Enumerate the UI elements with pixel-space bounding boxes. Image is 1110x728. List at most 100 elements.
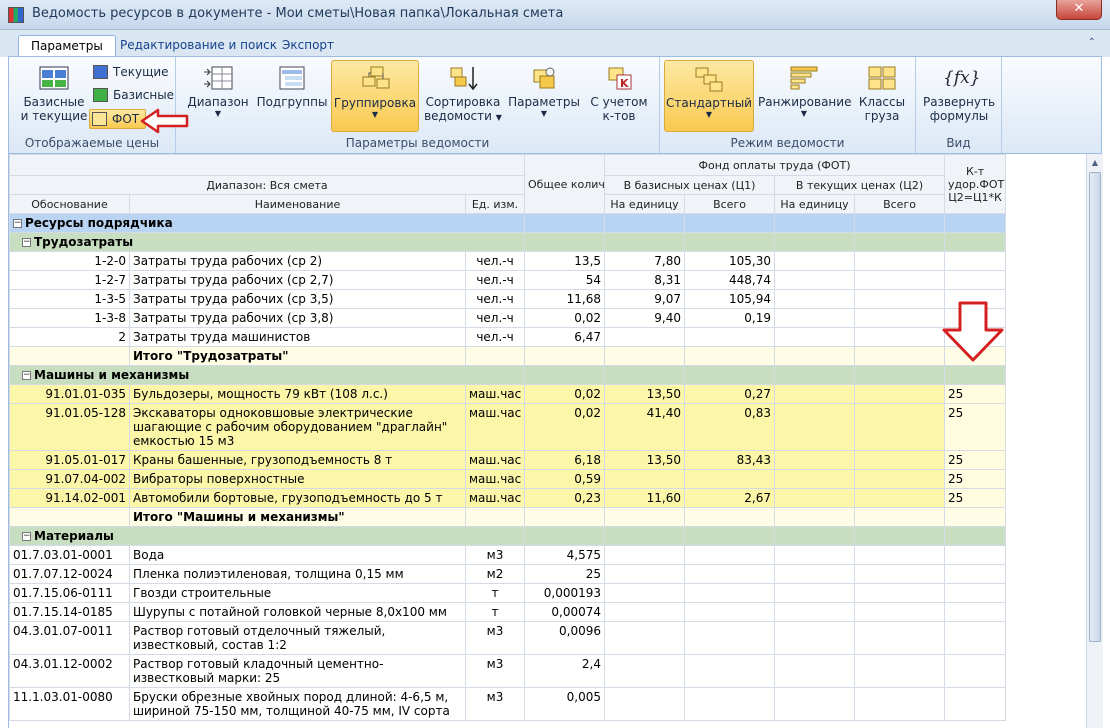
table-row[interactable]: 04.3.01.12-0002 Раствор готовый кладочный… (9, 654, 1007, 688)
cell-name[interactable]: Шурупы с потайной головкой черные 8,0х10… (129, 602, 466, 622)
cell-name[interactable]: Автомобили бортовые, грузоподъемность до… (129, 488, 466, 508)
cell-qty[interactable]: 0,00074 (524, 602, 606, 622)
table-row[interactable]: 01.7.15.14-0185 Шурупы с потайной головко… (9, 602, 1007, 622)
cell-current-per-unit[interactable] (774, 545, 856, 565)
cell-base-total[interactable]: 105,94 (684, 289, 776, 309)
cell-basis[interactable]: 11.1.03.01-0080 (9, 687, 130, 721)
cell-unit[interactable]: чел.-ч (464, 308, 526, 328)
cell-coef[interactable] (944, 621, 1007, 655)
cell-coef[interactable]: 25 (944, 450, 1007, 470)
cell-coef[interactable]: 25 (944, 403, 1007, 451)
cell-qty[interactable]: 6,18 (524, 450, 606, 470)
cell-current-total[interactable] (854, 583, 946, 603)
cell-current-total[interactable] (854, 687, 946, 721)
cell-base-total[interactable] (684, 469, 776, 489)
cell-current-total[interactable] (854, 564, 946, 584)
cell-current-total[interactable] (854, 270, 946, 290)
vertical-scrollbar[interactable]: ▲ (1086, 154, 1103, 728)
cell-current-per-unit[interactable] (774, 289, 856, 309)
cell-qty[interactable]: 25 (524, 564, 606, 584)
cell-coef[interactable] (944, 602, 1007, 622)
table-row[interactable]: 91.01.01-035 Бульдозеры, мощность 79 кВт … (9, 384, 1007, 404)
cell-qty[interactable]: 11,68 (524, 289, 606, 309)
cell-current-per-unit[interactable] (774, 687, 856, 721)
cell-basis[interactable]: 1-2-7 (9, 270, 130, 290)
cell-qty[interactable]: 0,02 (524, 308, 606, 328)
cell-name[interactable]: Раствор готовый отделочный тяжелый, изве… (129, 621, 466, 655)
cell-base-per-unit[interactable] (604, 564, 686, 584)
table-row[interactable]: 01.7.07.12-0024 Пленка полиэтиленовая, то… (9, 564, 1007, 584)
cell-basis[interactable]: 91.05.01-017 (9, 450, 130, 470)
cell-base-per-unit[interactable]: 13,50 (604, 384, 686, 404)
table-row[interactable]: 2 Затраты труда машинистов чел.-ч 6,47 (9, 327, 1007, 347)
cell-coef[interactable]: 25 (944, 488, 1007, 508)
cell-base-per-unit[interactable]: 41,40 (604, 403, 686, 451)
cell-name[interactable]: Вибраторы поверхностные (129, 469, 466, 489)
range-button[interactable]: Диапазон ▼ (184, 60, 252, 132)
cell-base-total[interactable] (684, 602, 776, 622)
cell-basis[interactable]: 91.14.02-001 (9, 488, 130, 508)
cell-current-total[interactable] (854, 450, 946, 470)
cell-base-per-unit[interactable]: 11,60 (604, 488, 686, 508)
subgroups-button[interactable]: Подгруппы (256, 60, 328, 132)
cell-current-total[interactable] (854, 308, 946, 328)
cell-current-per-unit[interactable] (774, 450, 856, 470)
parameters-button[interactable]: Параметры ▼ (506, 60, 582, 132)
cell-name[interactable]: Затраты труда рабочих (ср 3,8) (129, 308, 466, 328)
cell-current-per-unit[interactable] (774, 654, 856, 688)
collapse-icon[interactable]: − (22, 532, 31, 541)
cell-basis[interactable]: 91.01.01-035 (9, 384, 130, 404)
base-prices-button[interactable]: Базисные (91, 86, 174, 106)
cell-unit[interactable]: чел.-ч (464, 327, 526, 347)
table-row[interactable]: 01.7.15.06-0111 Гвозди строительные т 0,000… (9, 583, 1007, 603)
cell-unit[interactable]: чел.-ч (464, 251, 526, 271)
cargo-classes-button[interactable]: Классы груза (854, 60, 910, 132)
header-base-per-unit[interactable]: На единицу (604, 194, 686, 214)
cell-base-total[interactable]: 0,19 (684, 308, 776, 328)
cell-coef[interactable] (944, 270, 1007, 290)
cell-base-total[interactable]: 0,27 (684, 384, 776, 404)
cell-base-total[interactable] (684, 583, 776, 603)
cell-qty[interactable]: 0,0096 (524, 621, 606, 655)
cell-unit[interactable]: м3 (464, 654, 526, 688)
cell-qty[interactable]: 0,59 (524, 469, 606, 489)
cell-current-per-unit[interactable] (774, 602, 856, 622)
cell-basis[interactable]: 01.7.15.14-0185 (9, 602, 130, 622)
cell-current-total[interactable] (854, 621, 946, 655)
scroll-up-icon[interactable]: ▲ (1090, 158, 1100, 167)
cell-name[interactable]: Вода (129, 545, 466, 565)
cell-name[interactable]: Бруски обрезные хвойных пород длиной: 4-… (129, 687, 466, 721)
collapse-icon[interactable]: − (22, 238, 31, 247)
cell-basis[interactable]: 04.3.01.07-0011 (9, 621, 130, 655)
tab-parameters[interactable]: Параметры (18, 35, 116, 58)
ribbon-collapse-icon[interactable]: ⌃ (1088, 37, 1096, 48)
cell-current-total[interactable] (854, 403, 946, 451)
table-row[interactable]: 04.3.01.07-0011 Раствор готовый отделочны… (9, 621, 1007, 655)
table-row[interactable]: 01.7.03.01-0001 Вода м3 4,575 (9, 545, 1007, 565)
cell-current-total[interactable] (854, 384, 946, 404)
cell-current-total[interactable] (854, 327, 946, 347)
cell-current-total[interactable] (854, 289, 946, 309)
cell-unit[interactable]: т (464, 583, 526, 603)
cell-basis[interactable]: 2 (9, 327, 130, 347)
group-row[interactable]: − Ресурсы подрядчика (9, 213, 1007, 233)
cell-current-per-unit[interactable] (774, 251, 856, 271)
cell-current-total[interactable] (854, 251, 946, 271)
cell-unit[interactable]: маш.час (464, 403, 526, 451)
cell-coef[interactable] (944, 654, 1007, 688)
cell-coef[interactable] (944, 545, 1007, 565)
cell-name[interactable]: Экскаваторы одноковшовые электрические ш… (129, 403, 466, 451)
cell-base-per-unit[interactable] (604, 583, 686, 603)
cell-current-per-unit[interactable] (774, 308, 856, 328)
grouping-button[interactable]: Группировка ▼ (331, 60, 419, 132)
table-row[interactable]: 1-3-8 Затраты труда рабочих (ср 3,8) чел.-… (9, 308, 1007, 328)
resources-grid[interactable]: Общее количество Фонд оплаты труда (ФОТ)… (8, 154, 1084, 728)
cell-coef[interactable] (944, 687, 1007, 721)
table-row[interactable]: 91.05.01-017 Краны башенные, грузоподъемн… (9, 450, 1007, 470)
table-row[interactable]: 1-2-7 Затраты труда рабочих (ср 2,7) чел.-… (9, 270, 1007, 290)
cell-current-per-unit[interactable] (774, 564, 856, 584)
cell-unit[interactable]: маш.час (464, 488, 526, 508)
cell-unit[interactable]: м2 (464, 564, 526, 584)
cell-base-total[interactable] (684, 564, 776, 584)
tab-export[interactable]: Экспорт (270, 35, 346, 57)
